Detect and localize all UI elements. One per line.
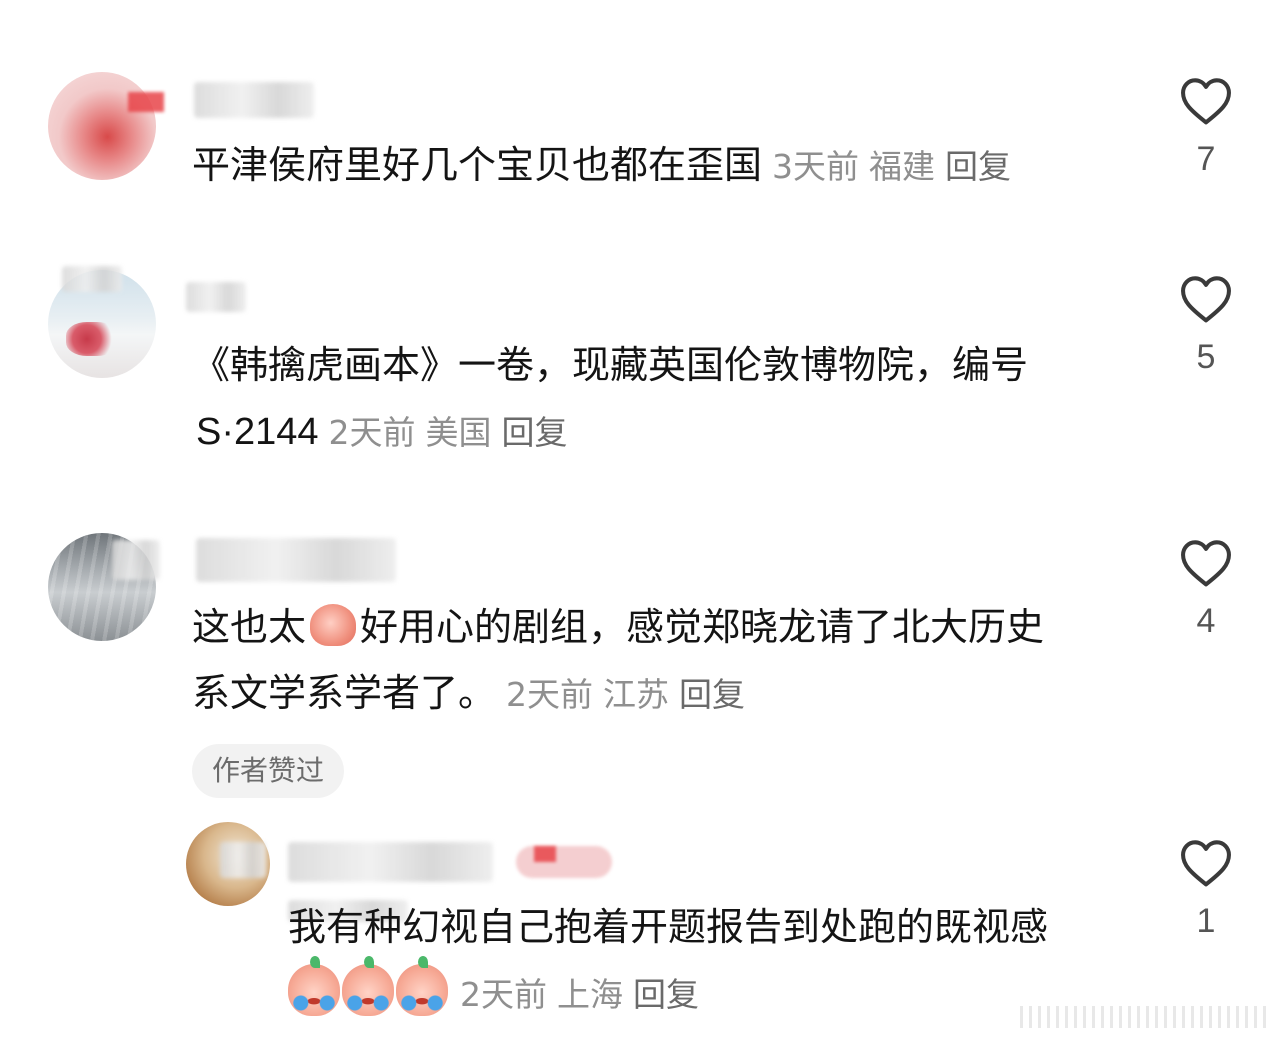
comment-line-2: S·2144 2天前 美国 回复	[196, 398, 1028, 466]
username-redacted[interactable]	[196, 538, 396, 582]
like-button[interactable]: 5	[1166, 274, 1246, 377]
comment-meta: 3天前 福建 回复	[772, 147, 1021, 186]
redaction-mark	[128, 92, 164, 112]
comment-body: 我有种幻视自己抱着开题报告到处跑的既视感 2天前 上海 回复	[288, 894, 1048, 1028]
username-redacted[interactable]	[288, 842, 493, 882]
like-count: 7	[1196, 140, 1216, 178]
heart-outline-icon	[1181, 276, 1231, 323]
username-redacted[interactable]	[194, 82, 314, 118]
comment-text-cont: S·2144	[196, 411, 319, 453]
like-button[interactable]: 1	[1166, 838, 1246, 941]
comment-text: 我有种幻视自己抱着开题报告到处跑的既视感	[288, 905, 1049, 949]
like-count: 4	[1196, 602, 1216, 640]
comment-meta: 2天前 江苏 回复	[506, 675, 755, 714]
author-tag-redacted	[516, 846, 612, 878]
reply-button[interactable]: 回复	[633, 975, 699, 1014]
author-liked-badge: 作者赞过	[192, 744, 345, 798]
crying-laughing-emoji	[396, 956, 448, 1016]
comment-meta: 2天前 上海 回复	[460, 975, 709, 1014]
avatar-redaction	[62, 266, 122, 292]
comment-text-cont: 好用心的剧组，感觉郑晓龙请了北大历史	[360, 605, 1045, 649]
comment-location: 上海	[557, 975, 623, 1014]
like-button[interactable]: 4	[1166, 538, 1246, 641]
comment-body: 平津侯府里好几个宝贝也都在歪国 3天前 福建 回复	[192, 132, 1021, 200]
heart-outline-icon	[1181, 840, 1231, 887]
comment-time: 2天前	[460, 975, 547, 1014]
reply-button[interactable]: 回复	[945, 147, 1011, 186]
comment-location: 福建	[869, 147, 936, 186]
reply-button[interactable]: 回复	[679, 675, 745, 714]
reply-button[interactable]: 回复	[502, 413, 568, 452]
comment-text-cont: 系文学系学者了。	[192, 671, 497, 715]
comment-text: 平津侯府里好几个宝贝也都在歪国	[192, 143, 763, 187]
comment-meta: 2天前 美国 回复	[329, 413, 578, 452]
watermark	[1020, 1006, 1270, 1028]
avatar-redaction	[112, 540, 160, 580]
like-count: 1	[1196, 902, 1216, 940]
comment-time: 2天前	[328, 413, 416, 452]
comment-line-2: 2天前 上海 回复	[288, 956, 1048, 1028]
thumbs-up-emoji	[310, 604, 357, 646]
comment-time: 2天前	[506, 675, 594, 714]
like-button[interactable]: 7	[1166, 76, 1246, 179]
heart-outline-icon	[1181, 78, 1231, 125]
like-count: 5	[1196, 338, 1216, 376]
comment-text: 《韩擒虎画本》一卷，现藏英国伦敦博物院，编号	[192, 343, 1029, 387]
crying-laughing-emoji	[288, 956, 340, 1016]
comment-location: 美国	[425, 413, 492, 452]
comment-location: 江苏	[603, 675, 670, 714]
heart-outline-icon	[1181, 540, 1231, 587]
comment-line-1: 这也太 好用心的剧组，感觉郑晓龙请了北大历史	[192, 594, 1044, 660]
comment-text: 这也太	[192, 605, 307, 649]
comment-body: 《韩擒虎画本》一卷，现藏英国伦敦博物院，编号 S·2144 2天前 美国 回复	[192, 332, 1028, 466]
redaction-mark	[534, 846, 556, 862]
avatar-redaction	[220, 842, 266, 878]
crying-laughing-emoji	[342, 956, 394, 1016]
comment-time: 3天前	[772, 147, 860, 186]
comment-body: 这也太 好用心的剧组，感觉郑晓龙请了北大历史 系文学系学者了。 2天前 江苏 回复	[192, 594, 1044, 728]
username-redacted[interactable]	[186, 282, 246, 312]
comment-line-2: 系文学系学者了。 2天前 江苏 回复	[192, 660, 1044, 728]
avatar[interactable]	[48, 72, 156, 180]
